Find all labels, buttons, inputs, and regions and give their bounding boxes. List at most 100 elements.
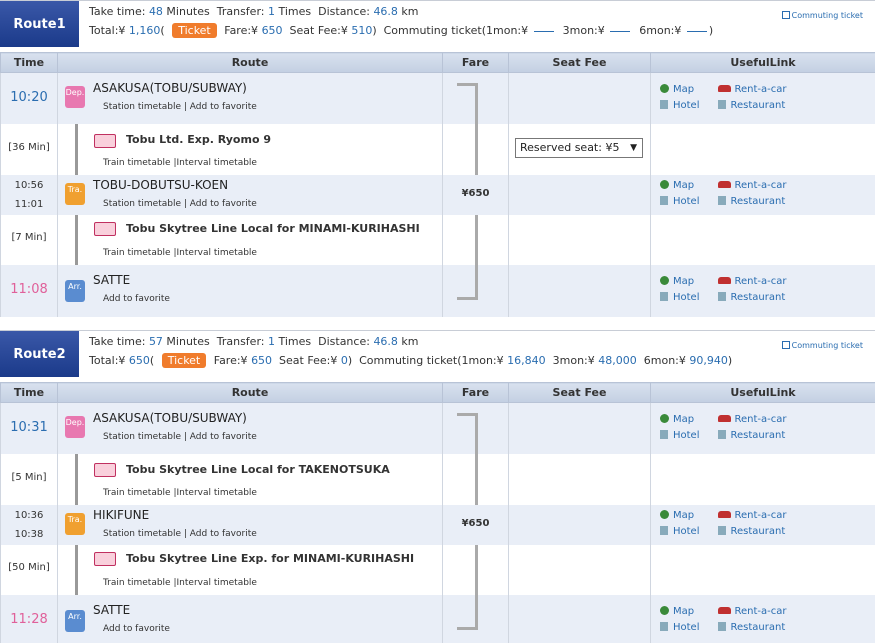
restaurant-link[interactable]: Restaurant <box>717 620 787 636</box>
restaurant-link[interactable]: Restaurant <box>717 428 787 444</box>
interval-timetable-link[interactable]: Interval timetable <box>177 578 257 588</box>
commute-3mon: 48,000 <box>598 354 637 367</box>
departure-row: 10:20 Dep. ASAKUSA(TOBU/SUBWAY) Station … <box>0 72 875 124</box>
route-label[interactable]: Route1 <box>0 1 79 47</box>
fare: 650 <box>251 354 273 367</box>
hotel-link[interactable]: Hotel <box>660 98 700 114</box>
car-icon <box>717 85 731 92</box>
car-icon <box>717 510 731 518</box>
restaurant-link[interactable]: Restaurant <box>717 98 787 114</box>
useful-links: Map Hotel Rent-a-car Restaurant <box>660 274 787 306</box>
commuting-ticket-link[interactable]: Commuting ticket <box>781 341 863 350</box>
globe-icon <box>660 84 669 93</box>
restaurant-link[interactable]: Restaurant <box>717 524 787 540</box>
rent-a-car-link[interactable]: Rent-a-car <box>717 604 787 620</box>
arrival-time: 10:56 <box>14 179 44 191</box>
station-name[interactable]: ASAKUSA(TOBU/SUBWAY) <box>93 81 247 95</box>
station-name[interactable]: SATTE <box>93 603 130 617</box>
train-timetable-link[interactable]: Train timetable <box>103 158 171 168</box>
add-favorite-link[interactable]: Add to favorite <box>103 624 170 634</box>
col-links: UsefulLink <box>650 382 875 403</box>
seat-fee: 510 <box>351 24 373 37</box>
rent-a-car-link[interactable]: Rent-a-car <box>717 82 787 98</box>
add-favorite-link[interactable]: Add to favorite <box>190 529 257 539</box>
segment-duration: [5 Min] <box>11 471 47 483</box>
total-fare: 650 <box>128 354 150 367</box>
route-table: Time Route Fare Seat Fee UsefulLink 10:2… <box>0 52 875 317</box>
station-name[interactable]: ASAKUSA(TOBU/SUBWAY) <box>93 411 247 425</box>
map-link[interactable]: Map <box>660 82 700 98</box>
useful-links: Map Hotel Rent-a-car Restaurant <box>660 508 787 540</box>
train-icon <box>94 551 116 566</box>
add-favorite-link[interactable]: Add to favorite <box>190 199 257 209</box>
rent-a-car-link[interactable]: Rent-a-car <box>717 274 787 290</box>
add-favorite-link[interactable]: Add to favorite <box>190 102 257 112</box>
col-fare: Fare <box>442 52 509 73</box>
train-name[interactable]: Tobu Ltd. Exp. Ryomo 9 <box>126 133 271 146</box>
station-timetable-link[interactable]: Station timetable <box>103 102 181 112</box>
hotel-icon <box>660 430 668 439</box>
map-link[interactable]: Map <box>660 508 700 524</box>
add-favorite-link[interactable]: Add to favorite <box>190 432 257 442</box>
station-timetable-link[interactable]: Station timetable <box>103 529 181 539</box>
station-name[interactable]: SATTE <box>93 273 130 287</box>
hotel-link[interactable]: Hotel <box>660 428 700 444</box>
station-name[interactable]: HIKIFUNE <box>93 508 149 522</box>
departure-icon: Dep. <box>65 416 85 438</box>
map-link[interactable]: Map <box>660 178 700 194</box>
col-fare: Fare <box>442 382 509 403</box>
hotel-link[interactable]: Hotel <box>660 194 700 210</box>
globe-icon <box>660 605 669 615</box>
hotel-link[interactable]: Hotel <box>660 524 700 540</box>
transfer-icon: Tra. <box>65 512 85 535</box>
interval-timetable-link[interactable]: Interval timetable <box>177 158 257 168</box>
rent-a-car-link[interactable]: Rent-a-car <box>717 178 787 194</box>
segment-duration: [36 Min] <box>8 141 50 153</box>
arrival-time: 11:28 <box>10 611 48 627</box>
map-link[interactable]: Map <box>660 412 700 428</box>
expand-icon <box>781 341 790 349</box>
restaurant-icon <box>717 621 726 631</box>
rent-a-car-link[interactable]: Rent-a-car <box>717 412 787 428</box>
arrival-row: 11:28 Arr. SATTE Add to favorite Map Hote… <box>0 594 875 643</box>
route-label[interactable]: Route2 <box>0 331 79 377</box>
transfer-icon: Tra. <box>65 182 85 205</box>
ticket-button[interactable]: Ticket <box>161 353 207 368</box>
commuting-ticket-link[interactable]: Commuting ticket <box>781 11 863 20</box>
add-favorite-link[interactable]: Add to favorite <box>103 294 170 304</box>
hotel-link[interactable]: Hotel <box>660 620 700 636</box>
departure-time: 10:38 <box>14 528 44 540</box>
col-route: Route <box>57 52 443 73</box>
train-timetable-link[interactable]: Train timetable <box>103 248 171 258</box>
seat-select[interactable]: Reserved seat: ¥5 ▼ <box>515 137 643 158</box>
train-name[interactable]: Tobu Skytree Line Local for MINAMI-KURIH… <box>126 222 420 235</box>
route-header: Route1 Take time: 48 Minutes Transfer: 1… <box>0 0 875 48</box>
chevron-down-icon: ▼ <box>630 142 637 153</box>
hotel-icon <box>660 525 668 535</box>
ticket-button[interactable]: Ticket <box>172 23 217 38</box>
train-timetable-link[interactable]: Train timetable <box>103 578 171 588</box>
map-link[interactable]: Map <box>660 604 700 620</box>
station-timetable-link[interactable]: Station timetable <box>103 199 181 209</box>
hotel-link[interactable]: Hotel <box>660 290 700 306</box>
train-icon <box>94 462 116 477</box>
departure-row: 10:31 Dep. ASAKUSA(TOBU/SUBWAY) Station … <box>0 402 875 454</box>
restaurant-link[interactable]: Restaurant <box>717 194 787 210</box>
station-timetable-link[interactable]: Station timetable <box>103 432 181 442</box>
segment-row: [36 Min] Tobu Ltd. Exp. Ryomo 9 Train ti… <box>0 123 875 175</box>
station-name[interactable]: TOBU-DOBUTSU-KOEN <box>93 178 228 192</box>
train-name[interactable]: Tobu Skytree Line Local for TAKENOTSUKA <box>126 463 390 476</box>
map-link[interactable]: Map <box>660 274 700 290</box>
route-fares: Total:¥ 1,160( Ticket Fare:¥ 650 Seat Fe… <box>89 23 714 38</box>
train-name[interactable]: Tobu Skytree Line Exp. for MINAMI-KURIHA… <box>126 552 414 565</box>
restaurant-link[interactable]: Restaurant <box>717 290 787 306</box>
train-timetable-link[interactable]: Train timetable <box>103 488 171 498</box>
distance: 46.8 <box>373 335 398 348</box>
interval-timetable-link[interactable]: Interval timetable <box>177 248 257 258</box>
transfer-row: 10:36 10:38 Tra. HIKIFUNE Station timetab… <box>0 504 875 545</box>
restaurant-icon <box>717 525 726 535</box>
departure-icon: Dep. <box>65 86 85 108</box>
section-fare: ¥650 <box>461 187 490 199</box>
interval-timetable-link[interactable]: Interval timetable <box>177 488 257 498</box>
rent-a-car-link[interactable]: Rent-a-car <box>717 508 787 524</box>
